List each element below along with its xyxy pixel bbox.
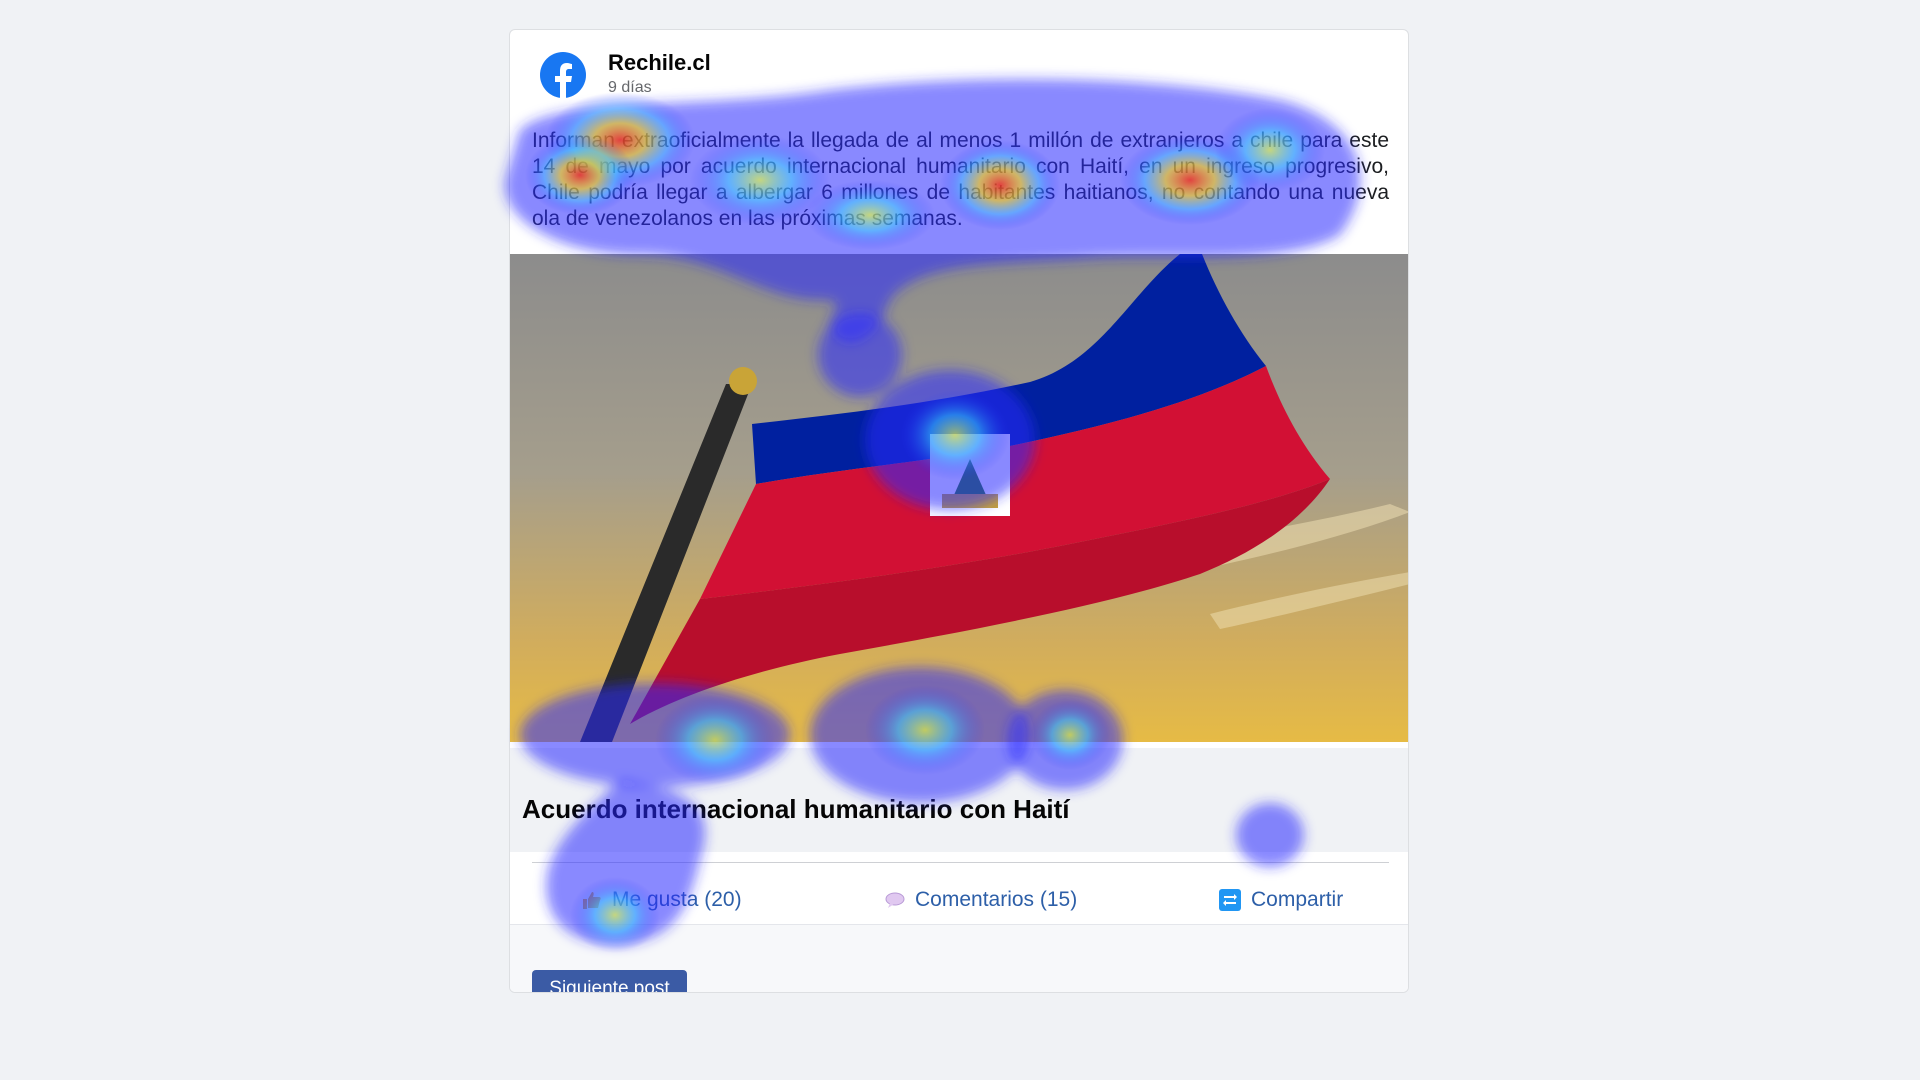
share-label: Compartir [1251,888,1344,911]
facebook-logo-icon[interactable] [540,52,586,98]
post-timestamp[interactable]: 9 días [608,79,652,97]
link-preview-image[interactable] [510,254,1408,742]
post-footer: Siguiente post [510,924,1408,992]
post-card: Rechile.cl 9 días Informan extraoficialm… [509,29,1409,993]
action-bar: Me gusta (20) Comentarios (15) Compartir [510,880,1408,920]
like-label: Me gusta (20) [612,888,742,911]
comment-button[interactable]: Comentarios (15) [885,880,1077,920]
comment-label: Comentarios (15) [915,888,1078,911]
post-text: Informan extraoficialmente la llegada de… [532,129,1389,230]
link-preview-caption[interactable]: Acuerdo internacional humanitario con Ha… [510,748,1408,852]
link-title[interactable]: Acuerdo internacional humanitario con Ha… [522,794,1070,825]
thumbs-up-icon [582,890,602,910]
share-icon [1219,889,1241,911]
page-name[interactable]: Rechile.cl [608,50,711,76]
share-button[interactable]: Compartir [1219,880,1343,920]
comment-bubble-icon [885,890,905,910]
like-button[interactable]: Me gusta (20) [582,880,742,920]
post-header: Rechile.cl 9 días [510,30,1408,120]
next-post-button[interactable]: Siguiente post [532,970,687,992]
divider [532,862,1389,863]
